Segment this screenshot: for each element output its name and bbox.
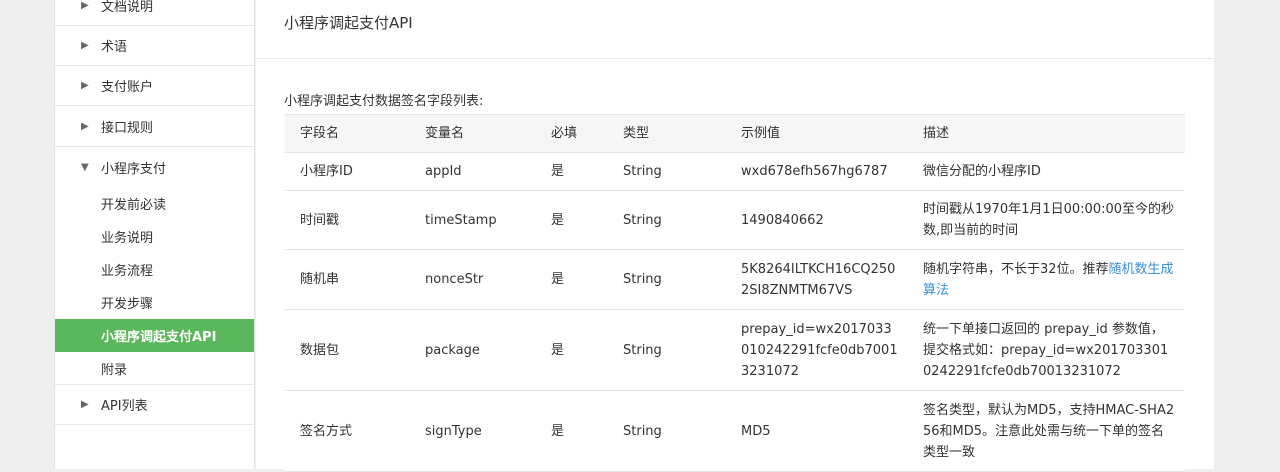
description-text: 随机字符串，不长于32位。推荐 [923, 261, 1109, 277]
sidebar-item-doc-intro[interactable]: ▶ 文档说明 [55, 0, 254, 26]
chevron-right-icon: ▶ [81, 399, 89, 410]
cell-field: 时间戳 [285, 190, 410, 250]
sidebar-item-label: 接口规则 [101, 121, 154, 136]
header-description: 描述 [908, 114, 1185, 153]
sidebar-item-terms[interactable]: ▶ 术语 [55, 26, 254, 66]
cell-description: 随机字符串，不长于32位。推荐随机数生成算法 [908, 249, 1185, 310]
sidebar-item-label: 小程序支付 [101, 161, 167, 177]
cell-variable: timeStamp [410, 190, 536, 250]
header-variable-name: 变量名 [410, 114, 536, 153]
signature-field-table: 字段名 变量名 必填 类型 示例值 描述 小程序ID appId 是 Strin… [285, 114, 1185, 472]
sidebar-subitem-dev-steps[interactable]: 开发步骤 [55, 286, 254, 319]
sidebar-subitem-invoke-pay-api[interactable]: 小程序调起支付API [55, 319, 254, 352]
cell-type: String [608, 309, 726, 391]
cell-example: 5K8264ILTKCH16CQ2502SI8ZNMTM67VS [726, 249, 908, 310]
sidebar-subitem-business-flow[interactable]: 业务流程 [55, 253, 254, 286]
cell-field: 签名方式 [285, 390, 410, 472]
page-margin [1214, 0, 1280, 469]
sidebar-item-label: 术语 [101, 40, 128, 55]
cell-example: MD5 [726, 390, 908, 472]
header-field-name: 字段名 [285, 114, 410, 153]
table-row: 随机串 nonceStr 是 String 5K8264ILTKCH16CQ25… [285, 249, 1185, 310]
chevron-right-icon: ▶ [81, 40, 89, 51]
table-row: 小程序ID appId 是 String wxd678efh567hg6787 … [285, 152, 1185, 191]
cell-required: 是 [536, 249, 608, 310]
cell-required: 是 [536, 390, 608, 472]
cell-variable: appId [410, 152, 536, 191]
sidebar-item-pay-account[interactable]: ▶ 支付账户 [55, 66, 254, 106]
sidebar-item-label: 开发步骤 [101, 297, 154, 312]
cell-required: 是 [536, 190, 608, 250]
chevron-right-icon: ▶ [81, 80, 89, 91]
header-required: 必填 [536, 114, 608, 153]
sidebar-item-label: API列表 [101, 399, 148, 414]
sidebar-item-api-rules[interactable]: ▶ 接口规则 [55, 107, 254, 147]
sidebar-item-label: 开发前必读 [101, 198, 167, 213]
sidebar-item-label: 业务说明 [101, 231, 154, 246]
sidebar: ▶ 文档说明 ▶ 术语 ▶ 支付账户 ▶ 接口规则 ▼ 小程序支付 开发前必读 … [54, 0, 255, 469]
cell-type: String [608, 249, 726, 310]
cell-description: 统一下单接口返回的 prepay_id 参数值，提交格式如：prepay_id=… [908, 309, 1185, 391]
sidebar-item-label: 小程序调起支付API [101, 330, 217, 345]
sidebar-subitem-business-desc[interactable]: 业务说明 [55, 220, 254, 253]
header-example: 示例值 [726, 114, 908, 153]
sidebar-item-miniprogram-pay[interactable]: ▼ 小程序支付 [55, 147, 254, 187]
sidebar-subitem-appendix[interactable]: 附录 [55, 352, 254, 385]
chevron-down-icon: ▼ [81, 161, 89, 173]
table-header-row: 字段名 变量名 必填 类型 示例值 描述 [285, 114, 1185, 153]
cell-field: 数据包 [285, 309, 410, 391]
cell-type: String [608, 390, 726, 472]
cell-example: prepay_id=wx2017033010242291fcfe0db70013… [726, 309, 908, 391]
table-caption: 小程序调起支付数据签名字段列表: [284, 94, 484, 109]
sidebar-item-label: 文档说明 [101, 0, 154, 15]
chevron-right-icon: ▶ [81, 121, 89, 132]
main-content: 小程序调起支付API 小程序调起支付数据签名字段列表: 字段名 变量名 必填 类… [256, 0, 1214, 472]
header-type: 类型 [608, 114, 726, 153]
cell-type: String [608, 152, 726, 191]
table-row: 数据包 package 是 String prepay_id=wx2017033… [285, 309, 1185, 391]
cell-required: 是 [536, 309, 608, 391]
sidebar-item-label: 附录 [101, 362, 128, 378]
cell-type: String [608, 190, 726, 250]
cell-description: 时间戳从1970年1月1日00:00:00至今的秒数,即当前的时间 [908, 190, 1185, 250]
cell-required: 是 [536, 152, 608, 191]
cell-variable: signType [410, 390, 536, 472]
table-row: 时间戳 timeStamp 是 String 1490840662 时间戳从19… [285, 190, 1185, 250]
cell-description: 签名类型，默认为MD5，支持HMAC-SHA256和MD5。注意此处需与统一下单… [908, 390, 1185, 472]
chevron-right-icon: ▶ [81, 0, 89, 11]
cell-variable: nonceStr [410, 249, 536, 310]
cell-field: 随机串 [285, 249, 410, 310]
sidebar-item-label: 支付账户 [101, 80, 154, 95]
divider [256, 58, 1214, 59]
cell-description: 微信分配的小程序ID [908, 152, 1185, 191]
sidebar-item-api-list[interactable]: ▶ API列表 [55, 385, 254, 425]
sidebar-item-label: 业务流程 [101, 264, 154, 279]
cell-field: 小程序ID [285, 152, 410, 191]
sidebar-subitem-before-dev[interactable]: 开发前必读 [55, 187, 254, 220]
cell-example: wxd678efh567hg6787 [726, 152, 908, 191]
cell-variable: package [410, 309, 536, 391]
page-title: 小程序调起支付API [284, 14, 413, 32]
table-row: 签名方式 signType 是 String MD5 签名类型，默认为MD5，支… [285, 390, 1185, 472]
cell-example: 1490840662 [726, 190, 908, 250]
